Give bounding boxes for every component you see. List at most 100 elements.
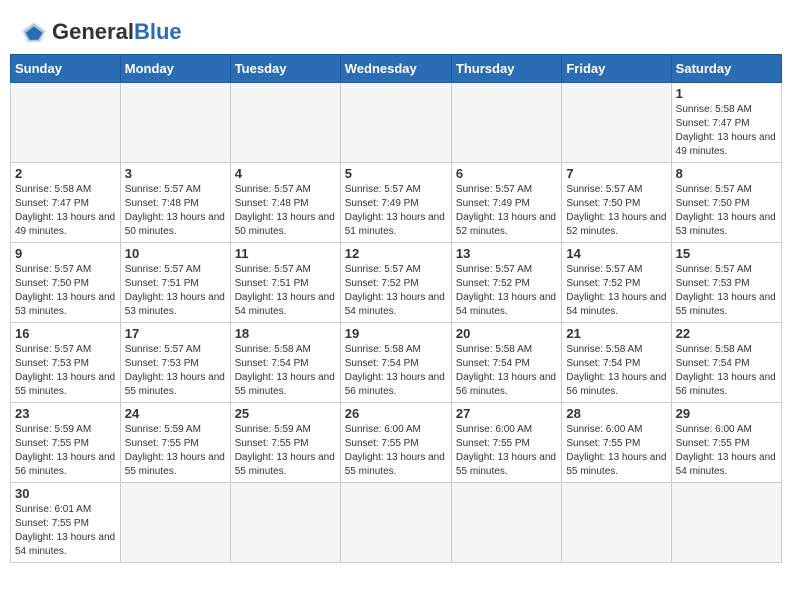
day-number: 21 <box>566 326 666 341</box>
weekday-header-saturday: Saturday <box>671 55 781 83</box>
day-number: 19 <box>345 326 447 341</box>
calendar-cell: 17 Sunrise: 5:57 AM Sunset: 7:53 PM Dayli… <box>120 323 230 403</box>
day-number: 27 <box>456 406 557 421</box>
weekday-header-thursday: Thursday <box>451 55 561 83</box>
calendar-cell: 27 Sunrise: 6:00 AM Sunset: 7:55 PM Dayli… <box>451 403 561 483</box>
day-number: 7 <box>566 166 666 181</box>
calendar-cell: 22Sunrise: 5:58 AM Sunset: 7:54 PM Dayli… <box>671 323 781 403</box>
day-info: Sunrise: 5:57 AM Sunset: 7:48 PM Dayligh… <box>125 183 226 239</box>
calendar-cell <box>562 483 671 563</box>
day-info: Sunrise: 5:58 AM Sunset: 7:54 PM Dayligh… <box>456 343 557 399</box>
calendar-cell: 11 Sunrise: 5:57 AM Sunset: 7:51 PM Dayli… <box>230 243 340 323</box>
day-number: 22 <box>676 326 777 341</box>
weekday-header-row: SundayMondayTuesdayWednesdayThursdayFrid… <box>11 55 782 83</box>
day-number: 13 <box>456 246 557 261</box>
calendar-cell <box>120 483 230 563</box>
day-number: 26 <box>345 406 447 421</box>
calendar-cell: 9 Sunrise: 5:57 AM Sunset: 7:50 PM Daylig… <box>11 243 121 323</box>
day-number: 18 <box>235 326 336 341</box>
calendar-table: SundayMondayTuesdayWednesdayThursdayFrid… <box>10 54 782 563</box>
calendar-cell: 10 Sunrise: 5:57 AM Sunset: 7:51 PM Dayli… <box>120 243 230 323</box>
logo-icon <box>20 18 48 46</box>
header-area: GeneralBlue <box>10 10 782 54</box>
weekday-header-tuesday: Tuesday <box>230 55 340 83</box>
calendar-cell: 12Sunrise: 5:57 AM Sunset: 7:52 PM Dayli… <box>340 243 451 323</box>
day-info: Sunrise: 6:00 AM Sunset: 7:55 PM Dayligh… <box>456 423 557 479</box>
day-info: Sunrise: 5:57 AM Sunset: 7:53 PM Dayligh… <box>125 343 226 399</box>
day-info: Sunrise: 5:57 AM Sunset: 7:49 PM Dayligh… <box>456 183 557 239</box>
calendar-cell: 30 Sunrise: 6:01 AM Sunset: 7:55 PM Dayli… <box>11 483 121 563</box>
calendar-cell: 14 Sunrise: 5:57 AM Sunset: 7:52 PM Dayli… <box>562 243 671 323</box>
calendar-cell: 23Sunrise: 5:59 AM Sunset: 7:55 PM Dayli… <box>11 403 121 483</box>
day-number: 23 <box>15 406 116 421</box>
day-number: 9 <box>15 246 116 261</box>
day-info: Sunrise: 5:58 AM Sunset: 7:54 PM Dayligh… <box>345 343 447 399</box>
day-number: 28 <box>566 406 666 421</box>
logo-text: GeneralBlue <box>52 20 182 44</box>
calendar-cell <box>671 483 781 563</box>
calendar-cell <box>340 83 451 163</box>
weekday-header-sunday: Sunday <box>11 55 121 83</box>
calendar-cell: 6Sunrise: 5:57 AM Sunset: 7:49 PM Daylig… <box>451 163 561 243</box>
calendar-week-row: 16Sunrise: 5:57 AM Sunset: 7:53 PM Dayli… <box>11 323 782 403</box>
calendar-cell <box>230 483 340 563</box>
calendar-week-row: 9 Sunrise: 5:57 AM Sunset: 7:50 PM Daylig… <box>11 243 782 323</box>
day-info: Sunrise: 5:57 AM Sunset: 7:50 PM Dayligh… <box>566 183 666 239</box>
day-number: 14 <box>566 246 666 261</box>
day-info: Sunrise: 5:59 AM Sunset: 7:55 PM Dayligh… <box>125 423 226 479</box>
calendar-cell <box>451 483 561 563</box>
day-info: Sunrise: 5:57 AM Sunset: 7:49 PM Dayligh… <box>345 183 447 239</box>
day-info: Sunrise: 5:59 AM Sunset: 7:55 PM Dayligh… <box>235 423 336 479</box>
day-info: Sunrise: 5:57 AM Sunset: 7:51 PM Dayligh… <box>125 263 226 319</box>
day-info: Sunrise: 5:57 AM Sunset: 7:52 PM Dayligh… <box>345 263 447 319</box>
day-info: Sunrise: 6:01 AM Sunset: 7:55 PM Dayligh… <box>15 503 116 559</box>
day-number: 24 <box>125 406 226 421</box>
calendar-cell: 25 Sunrise: 5:59 AM Sunset: 7:55 PM Dayli… <box>230 403 340 483</box>
day-info: Sunrise: 5:58 AM Sunset: 7:54 PM Dayligh… <box>235 343 336 399</box>
weekday-header-monday: Monday <box>120 55 230 83</box>
calendar-cell: 8 Sunrise: 5:57 AM Sunset: 7:50 PM Daylig… <box>671 163 781 243</box>
day-info: Sunrise: 5:57 AM Sunset: 7:51 PM Dayligh… <box>235 263 336 319</box>
day-info: Sunrise: 5:57 AM Sunset: 7:53 PM Dayligh… <box>676 263 777 319</box>
day-number: 10 <box>125 246 226 261</box>
calendar-cell <box>562 83 671 163</box>
calendar-cell: 20 Sunrise: 5:58 AM Sunset: 7:54 PM Dayli… <box>451 323 561 403</box>
day-number: 20 <box>456 326 557 341</box>
day-info: Sunrise: 5:57 AM Sunset: 7:48 PM Dayligh… <box>235 183 336 239</box>
calendar-week-row: 2Sunrise: 5:58 AM Sunset: 7:47 PM Daylig… <box>11 163 782 243</box>
calendar-week-row: 23 Sunrise: 5:59 AM Sunset: 7:55 PM Dayli… <box>11 403 782 483</box>
calendar-cell <box>230 83 340 163</box>
calendar-cell: 26 Sunrise: 6:00 AM Sunset: 7:55 PM Dayli… <box>340 403 451 483</box>
calendar-cell: 18 Sunrise: 5:58 AM Sunset: 7:54 PM Dayli… <box>230 323 340 403</box>
calendar-cell: 1Sunrise: 5:58 AM Sunset: 7:47 PM Daylig… <box>671 83 781 163</box>
day-number: 17 <box>125 326 226 341</box>
day-number: 30 <box>15 486 116 501</box>
weekday-header-wednesday: Wednesday <box>340 55 451 83</box>
calendar-cell: 24 Sunrise: 5:59 AM Sunset: 7:55 PM Dayli… <box>120 403 230 483</box>
calendar-cell: 19 Sunrise: 5:58 AM Sunset: 7:54 PM Dayli… <box>340 323 451 403</box>
calendar-cell: 15Sunrise: 5:57 AM Sunset: 7:53 PM Dayli… <box>671 243 781 323</box>
day-number: 3 <box>125 166 226 181</box>
day-info: Sunrise: 5:57 AM Sunset: 7:52 PM Dayligh… <box>566 263 666 319</box>
day-info: Sunrise: 5:58 AM Sunset: 7:54 PM Dayligh… <box>566 343 666 399</box>
calendar-cell: 29Sunrise: 6:00 AM Sunset: 7:55 PM Dayli… <box>671 403 781 483</box>
day-number: 11 <box>235 246 336 261</box>
day-number: 5 <box>345 166 447 181</box>
day-info: Sunrise: 5:57 AM Sunset: 7:50 PM Dayligh… <box>15 263 116 319</box>
day-info: Sunrise: 6:00 AM Sunset: 7:55 PM Dayligh… <box>566 423 666 479</box>
calendar-cell: 2Sunrise: 5:58 AM Sunset: 7:47 PM Daylig… <box>11 163 121 243</box>
weekday-header-friday: Friday <box>562 55 671 83</box>
day-info: Sunrise: 5:57 AM Sunset: 7:53 PM Dayligh… <box>15 343 116 399</box>
calendar-cell: 5 Sunrise: 5:57 AM Sunset: 7:49 PM Daylig… <box>340 163 451 243</box>
day-info: Sunrise: 5:58 AM Sunset: 7:47 PM Dayligh… <box>15 183 116 239</box>
calendar-cell: 21 Sunrise: 5:58 AM Sunset: 7:54 PM Dayli… <box>562 323 671 403</box>
calendar-cell <box>451 83 561 163</box>
calendar-cell: 16Sunrise: 5:57 AM Sunset: 7:53 PM Dayli… <box>11 323 121 403</box>
calendar-week-row: 1Sunrise: 5:58 AM Sunset: 7:47 PM Daylig… <box>11 83 782 163</box>
day-info: Sunrise: 6:00 AM Sunset: 7:55 PM Dayligh… <box>345 423 447 479</box>
day-number: 25 <box>235 406 336 421</box>
day-info: Sunrise: 5:57 AM Sunset: 7:50 PM Dayligh… <box>676 183 777 239</box>
day-number: 8 <box>676 166 777 181</box>
day-number: 4 <box>235 166 336 181</box>
calendar-week-row: 30 Sunrise: 6:01 AM Sunset: 7:55 PM Dayli… <box>11 483 782 563</box>
